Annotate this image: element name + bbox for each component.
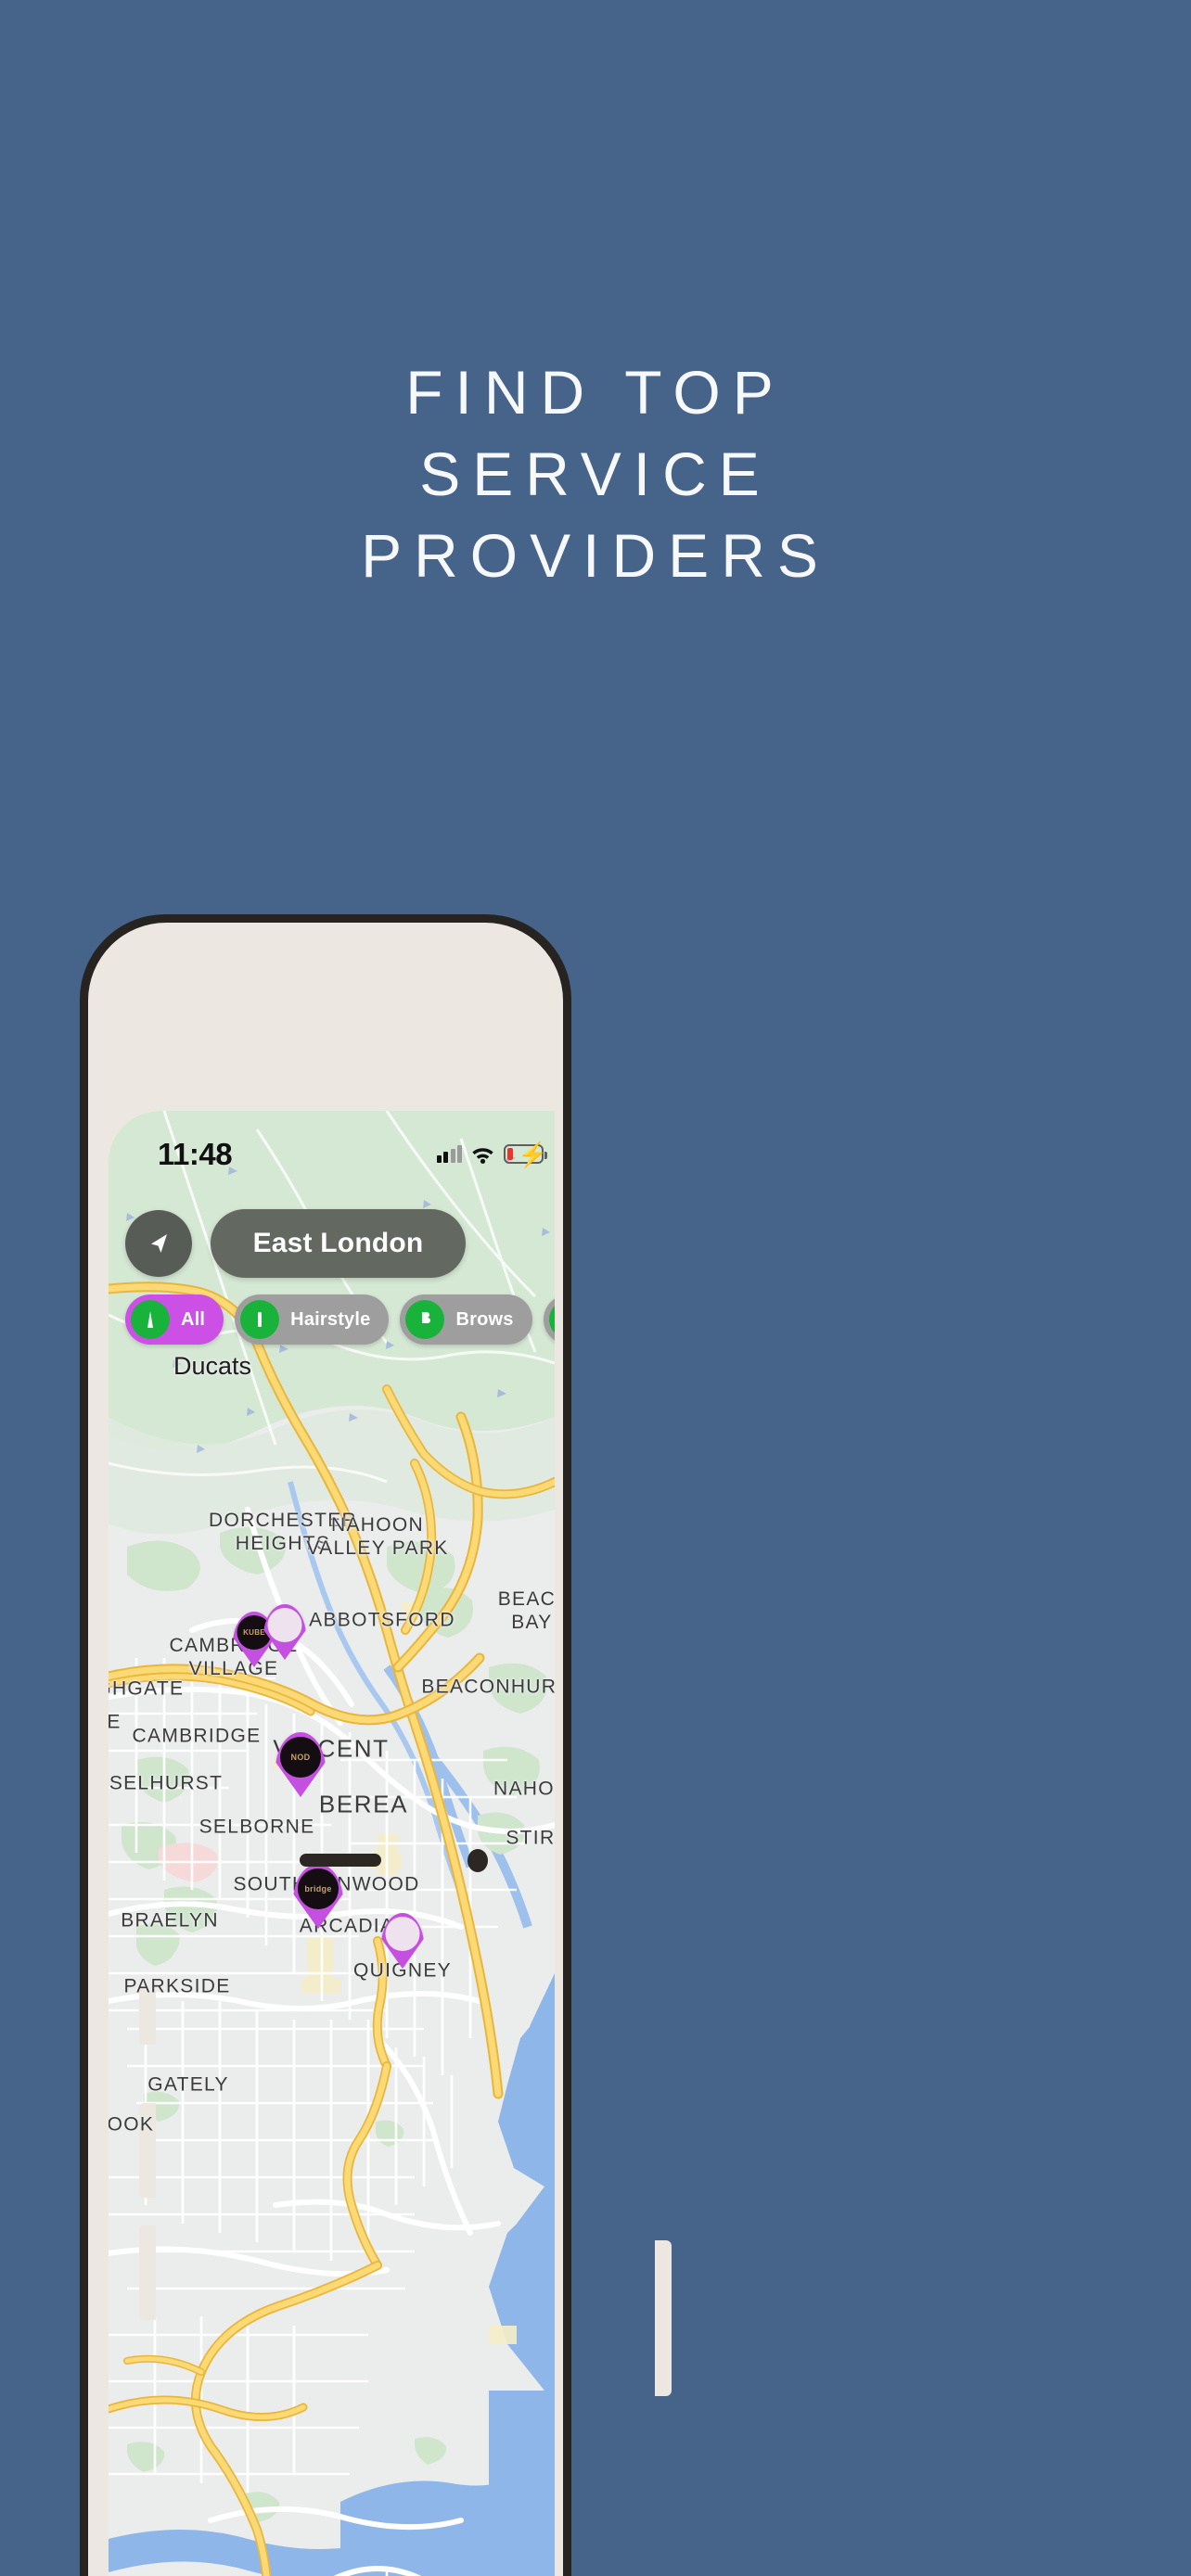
chip-hairstyle[interactable]: Hairstyle	[235, 1294, 390, 1345]
map-pin[interactable]	[263, 1604, 306, 1660]
volume-down-button[interactable]	[139, 2225, 156, 2320]
map-label: BEACON BAY N	[497, 1588, 555, 1633]
chip-label: All	[181, 1308, 206, 1330]
page-title: FIND TOP SERVICE PROVIDERS	[0, 352, 1191, 596]
category-all-icon	[131, 1300, 170, 1339]
map-label: SELBORNE	[198, 1816, 315, 1838]
speaker-grille	[300, 1854, 381, 1867]
category-filter-row[interactable]: All Hairstyle Brows	[109, 1294, 555, 1345]
map-label: ABBOTSFORD	[309, 1609, 455, 1631]
map-label: CHISELHURST	[109, 1772, 224, 1794]
power-button[interactable]	[655, 2240, 672, 2396]
map-label: E	[109, 1711, 122, 1733]
provider-avatar	[385, 1917, 420, 1951]
map-label: CAMBRIDGE	[132, 1725, 262, 1747]
chip-all[interactable]: All	[125, 1294, 224, 1345]
chip-brows[interactable]: Brows	[400, 1294, 532, 1345]
map-label: NAHOON	[493, 1778, 555, 1800]
chip-label: Brows	[455, 1308, 514, 1330]
provider-avatar	[267, 1608, 302, 1642]
map-top-controls: East London	[109, 1202, 555, 1285]
map-label: BROOK	[109, 2113, 155, 2136]
map-pin[interactable]	[381, 1913, 424, 1969]
chip-makeup[interactable]: Makeup	[543, 1294, 555, 1345]
front-camera	[467, 1849, 488, 1872]
map-pin[interactable]: NOD	[275, 1732, 326, 1797]
map-label: BEACONHURST	[421, 1676, 555, 1698]
headline-line-3: PROVIDERS	[361, 520, 830, 590]
map-label: Ducats	[173, 1352, 252, 1381]
map-pin[interactable]: bridge	[293, 1864, 343, 1929]
phone-bezel: Ducats DORCHESTER HEIGHTS NAHOON VALLEY …	[80, 914, 571, 2576]
map-label: STIRLING	[506, 1827, 555, 1849]
navigation-arrow-icon	[151, 1234, 167, 1253]
provider-avatar: bridge	[298, 1868, 339, 1909]
map-label: PARKSIDE	[123, 1975, 231, 1997]
map-label: HIGHGATE	[109, 1677, 185, 1700]
map-label: GATELY	[147, 2073, 229, 2096]
location-label: East London	[252, 1228, 424, 1258]
category-brows-icon	[405, 1300, 445, 1339]
chip-label: Hairstyle	[290, 1308, 371, 1330]
category-hairstyle-icon	[240, 1300, 280, 1339]
category-makeup-icon	[548, 1300, 555, 1339]
navigation-arrow-button[interactable]	[125, 1210, 192, 1277]
phone-screen: Ducats DORCHESTER HEIGHTS NAHOON VALLEY …	[109, 1111, 555, 2576]
phone-mockup: Ducats DORCHESTER HEIGHTS NAHOON VALLEY …	[80, 914, 1111, 2576]
headline-line-1: FIND TOP	[405, 358, 786, 427]
map-label: BEREA	[318, 1790, 409, 1818]
location-pill[interactable]: East London	[211, 1209, 466, 1278]
provider-avatar: NOD	[280, 1737, 321, 1778]
headline-line-2: SERVICE	[419, 439, 772, 508]
map-label: NAHOON VALLEY PARK	[306, 1514, 449, 1559]
map-label: BRAELYN	[121, 1909, 219, 1932]
